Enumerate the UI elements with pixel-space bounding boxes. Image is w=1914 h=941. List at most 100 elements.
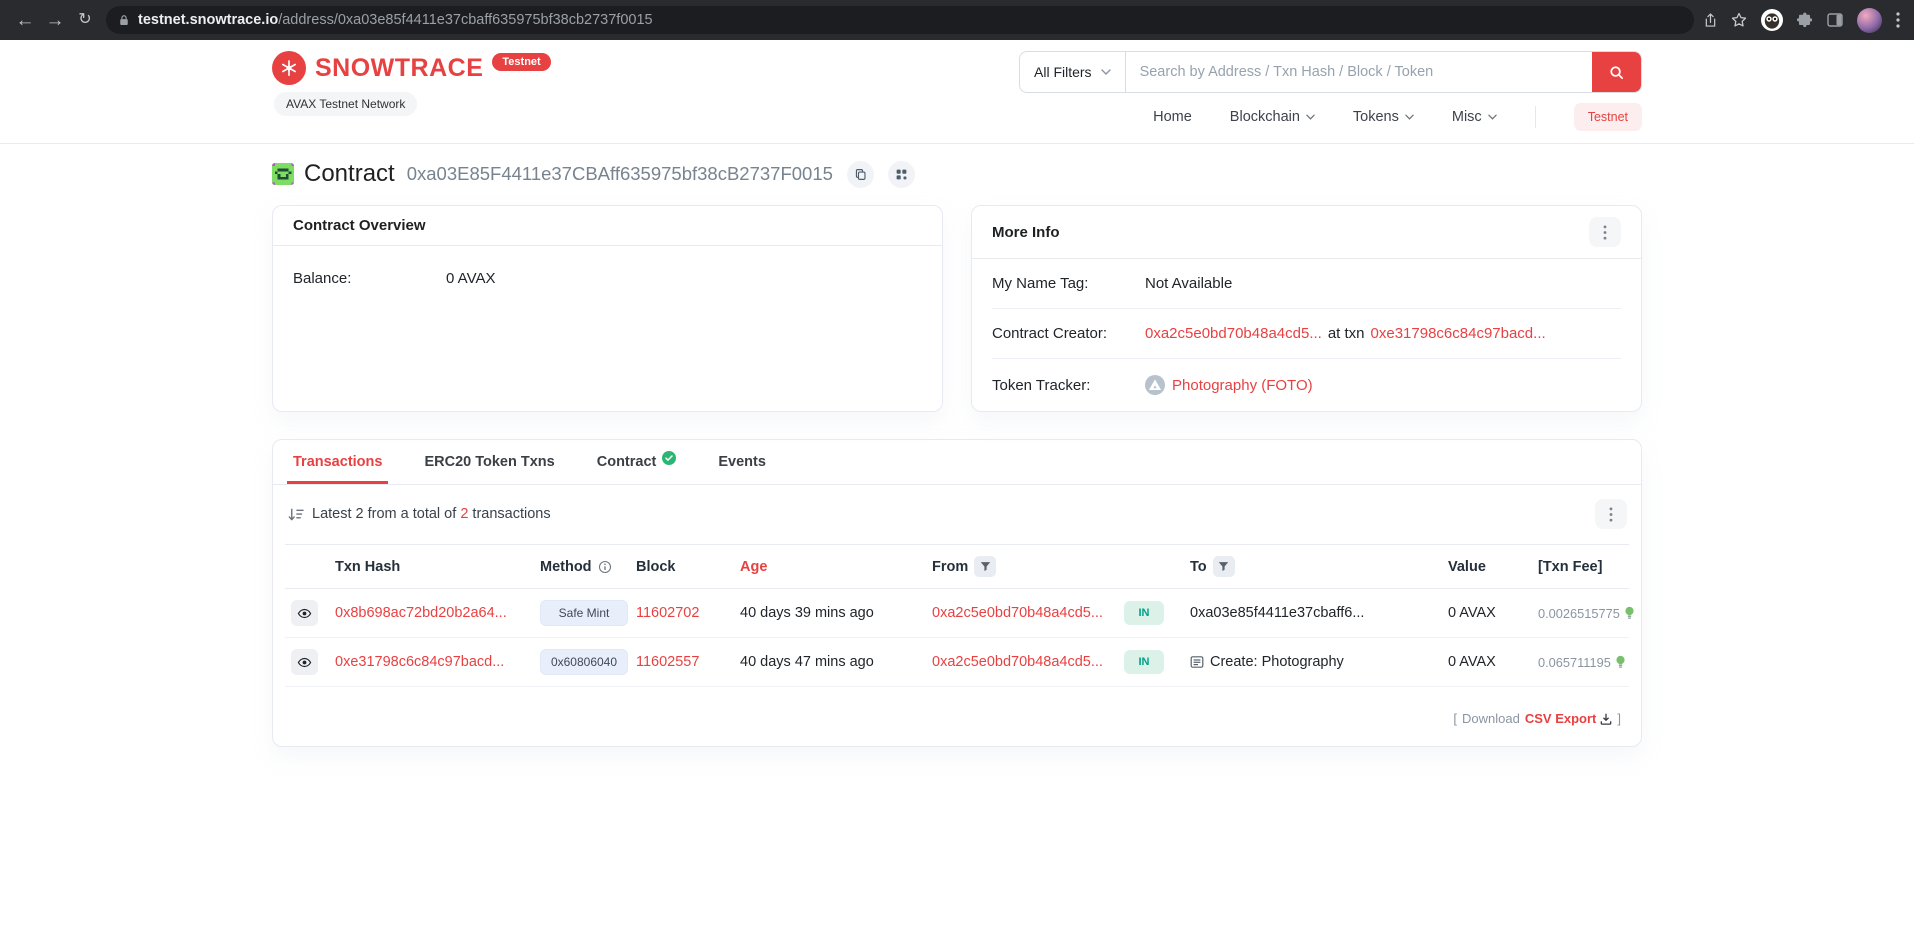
extensions-puzzle-icon[interactable] xyxy=(1797,12,1813,28)
creator-address-link[interactable]: 0xa2c5e0bd70b48a4cd5... xyxy=(1145,325,1322,342)
more-info-card: More Info My Name Tag: Not Available Con… xyxy=(971,205,1642,412)
transactions-card: Transactions ERC20 Token Txns Contract E… xyxy=(272,439,1642,747)
txn-hash-link[interactable]: 0x8b698ac72bd20b2a64... xyxy=(335,605,507,621)
txn-fee-value: 0.0026515775 xyxy=(1538,606,1620,621)
search-icon xyxy=(1609,65,1624,80)
nav-testnet-button[interactable]: Testnet xyxy=(1574,103,1642,131)
col-age[interactable]: Age xyxy=(734,548,926,586)
tab-transactions[interactable]: Transactions xyxy=(287,440,388,484)
tab-bar: Transactions ERC20 Token Txns Contract E… xyxy=(273,440,1641,485)
browser-profile-avatar[interactable] xyxy=(1857,8,1882,33)
copy-address-button[interactable] xyxy=(847,161,874,188)
site-header: SNOWTRACE Testnet AVAX Testnet Network A… xyxy=(0,40,1914,144)
csv-export-label: CSV Export xyxy=(1525,711,1597,726)
table-row: 0x8b698ac72bd20b2a64... Safe Mint 116027… xyxy=(285,589,1629,638)
name-tag-value: Not Available xyxy=(1145,275,1232,292)
page-title: Contract xyxy=(304,160,395,188)
nav-blockchain[interactable]: Blockchain xyxy=(1230,109,1315,125)
more-info-options-button[interactable] xyxy=(1589,217,1621,247)
tab-events[interactable]: Events xyxy=(712,440,772,484)
contract-creation-icon xyxy=(1190,655,1204,669)
nav-misc[interactable]: Misc xyxy=(1452,109,1497,125)
contract-overview-card: Contract Overview Balance: 0 AVAX xyxy=(272,205,943,412)
nav-tokens[interactable]: Tokens xyxy=(1353,109,1414,125)
brand-name: SNOWTRACE xyxy=(315,54,483,83)
url-domain: testnet.snowtrace.io xyxy=(138,12,278,28)
qr-code-button[interactable] xyxy=(888,161,915,188)
contract-blockie-avatar xyxy=(272,163,294,185)
eye-preview-button[interactable] xyxy=(291,649,318,675)
table-header-row: Txn Hash Method Block Age From xyxy=(285,544,1629,589)
age-value: 40 days 47 mins ago xyxy=(734,643,926,681)
sort-icon xyxy=(287,507,304,522)
download-label: Download xyxy=(1462,711,1520,726)
to-contract-creation: Create: Photography xyxy=(1210,654,1344,670)
col-block: Block xyxy=(630,548,734,586)
to-filter-icon[interactable] xyxy=(1213,556,1235,577)
contract-creator-label: Contract Creator: xyxy=(992,325,1145,342)
overview-card-title: Contract Overview xyxy=(293,217,426,234)
transactions-table: Txn Hash Method Block Age From xyxy=(285,544,1629,687)
verified-check-icon xyxy=(662,451,676,465)
more-info-card-title: More Info xyxy=(992,224,1060,241)
snowtrace-logo-icon xyxy=(272,51,306,85)
search-input[interactable] xyxy=(1126,52,1592,92)
tab-contract-label: Contract xyxy=(597,454,657,470)
tab-transactions-label: Transactions xyxy=(293,454,382,470)
table-row: 0xe31798c6c84c97bacd... 0x60806040 11602… xyxy=(285,638,1629,687)
age-value: 40 days 39 mins ago xyxy=(734,594,926,632)
summary-text-after: transactions xyxy=(468,506,550,522)
col-from: From xyxy=(926,545,1118,588)
from-filter-icon[interactable] xyxy=(974,556,996,577)
table-options-button[interactable] xyxy=(1595,499,1627,529)
browser-menu-icon[interactable] xyxy=(1896,12,1900,28)
forward-icon[interactable]: → xyxy=(40,5,70,35)
col-txn-hash: Txn Hash xyxy=(329,548,534,586)
main-content: Contract 0xa03E85F4411e37CBAff635975bf38… xyxy=(272,160,1642,747)
reload-icon[interactable]: ↻ xyxy=(70,5,100,35)
col-value: Value xyxy=(1442,548,1532,586)
bookmark-star-icon[interactable] xyxy=(1731,12,1747,28)
transactions-summary: Latest 2 from a total of 2 transactions xyxy=(287,506,551,522)
gas-lightbulb-icon[interactable] xyxy=(1624,606,1635,620)
method-badge: Safe Mint xyxy=(540,600,628,626)
nav-tokens-label: Tokens xyxy=(1353,109,1399,125)
address-bar[interactable]: testnet.snowtrace.io/address/0xa03e85f44… xyxy=(106,6,1694,34)
tab-contract[interactable]: Contract xyxy=(591,440,683,484)
back-icon[interactable]: ← xyxy=(10,5,40,35)
brand[interactable]: SNOWTRACE Testnet xyxy=(272,51,551,85)
csv-export-link[interactable]: CSV Export xyxy=(1525,711,1613,726)
token-tracker-link[interactable]: Photography (FOTO) xyxy=(1172,377,1313,394)
csv-export-row: [ Download CSV Export ] xyxy=(273,687,1641,746)
share-icon[interactable] xyxy=(1704,13,1717,28)
txn-fee-value: 0.065711195 xyxy=(1538,655,1611,670)
nav-home[interactable]: Home xyxy=(1153,109,1192,125)
vertical-dots-icon xyxy=(1609,507,1613,522)
info-icon[interactable] xyxy=(598,560,612,574)
side-panel-icon[interactable] xyxy=(1827,13,1843,27)
col-method: Method xyxy=(534,548,630,586)
from-address-link[interactable]: 0xa2c5e0bd70b48a4cd5... xyxy=(932,654,1103,670)
eye-icon xyxy=(297,606,312,621)
search-button[interactable] xyxy=(1592,52,1641,92)
eye-preview-button[interactable] xyxy=(291,600,318,626)
method-badge: 0x60806040 xyxy=(540,649,628,675)
block-link[interactable]: 11602702 xyxy=(636,605,699,621)
col-direction xyxy=(1118,556,1184,578)
value-amount: 0 AVAX xyxy=(1442,594,1532,632)
search-filter-dropdown[interactable]: All Filters xyxy=(1020,52,1126,92)
tab-events-label: Events xyxy=(718,454,766,470)
chevron-down-icon xyxy=(1101,69,1111,75)
tab-erc20-label: ERC20 Token Txns xyxy=(424,454,554,470)
qr-grid-icon xyxy=(895,168,908,181)
creation-txn-link[interactable]: 0xe31798c6c84c97bacd... xyxy=(1371,325,1546,342)
block-link[interactable]: 11602557 xyxy=(636,654,699,670)
chevron-down-icon xyxy=(1405,114,1414,120)
txn-hash-link[interactable]: 0xe31798c6c84c97bacd... xyxy=(335,654,504,670)
owl-extension-icon[interactable] xyxy=(1761,9,1783,31)
balance-value: 0 AVAX xyxy=(446,270,495,287)
col-eye xyxy=(285,556,329,578)
tab-erc20-token-txns[interactable]: ERC20 Token Txns xyxy=(418,440,560,484)
gas-lightbulb-icon[interactable] xyxy=(1615,655,1626,669)
from-address-link[interactable]: 0xa2c5e0bd70b48a4cd5... xyxy=(932,605,1103,621)
